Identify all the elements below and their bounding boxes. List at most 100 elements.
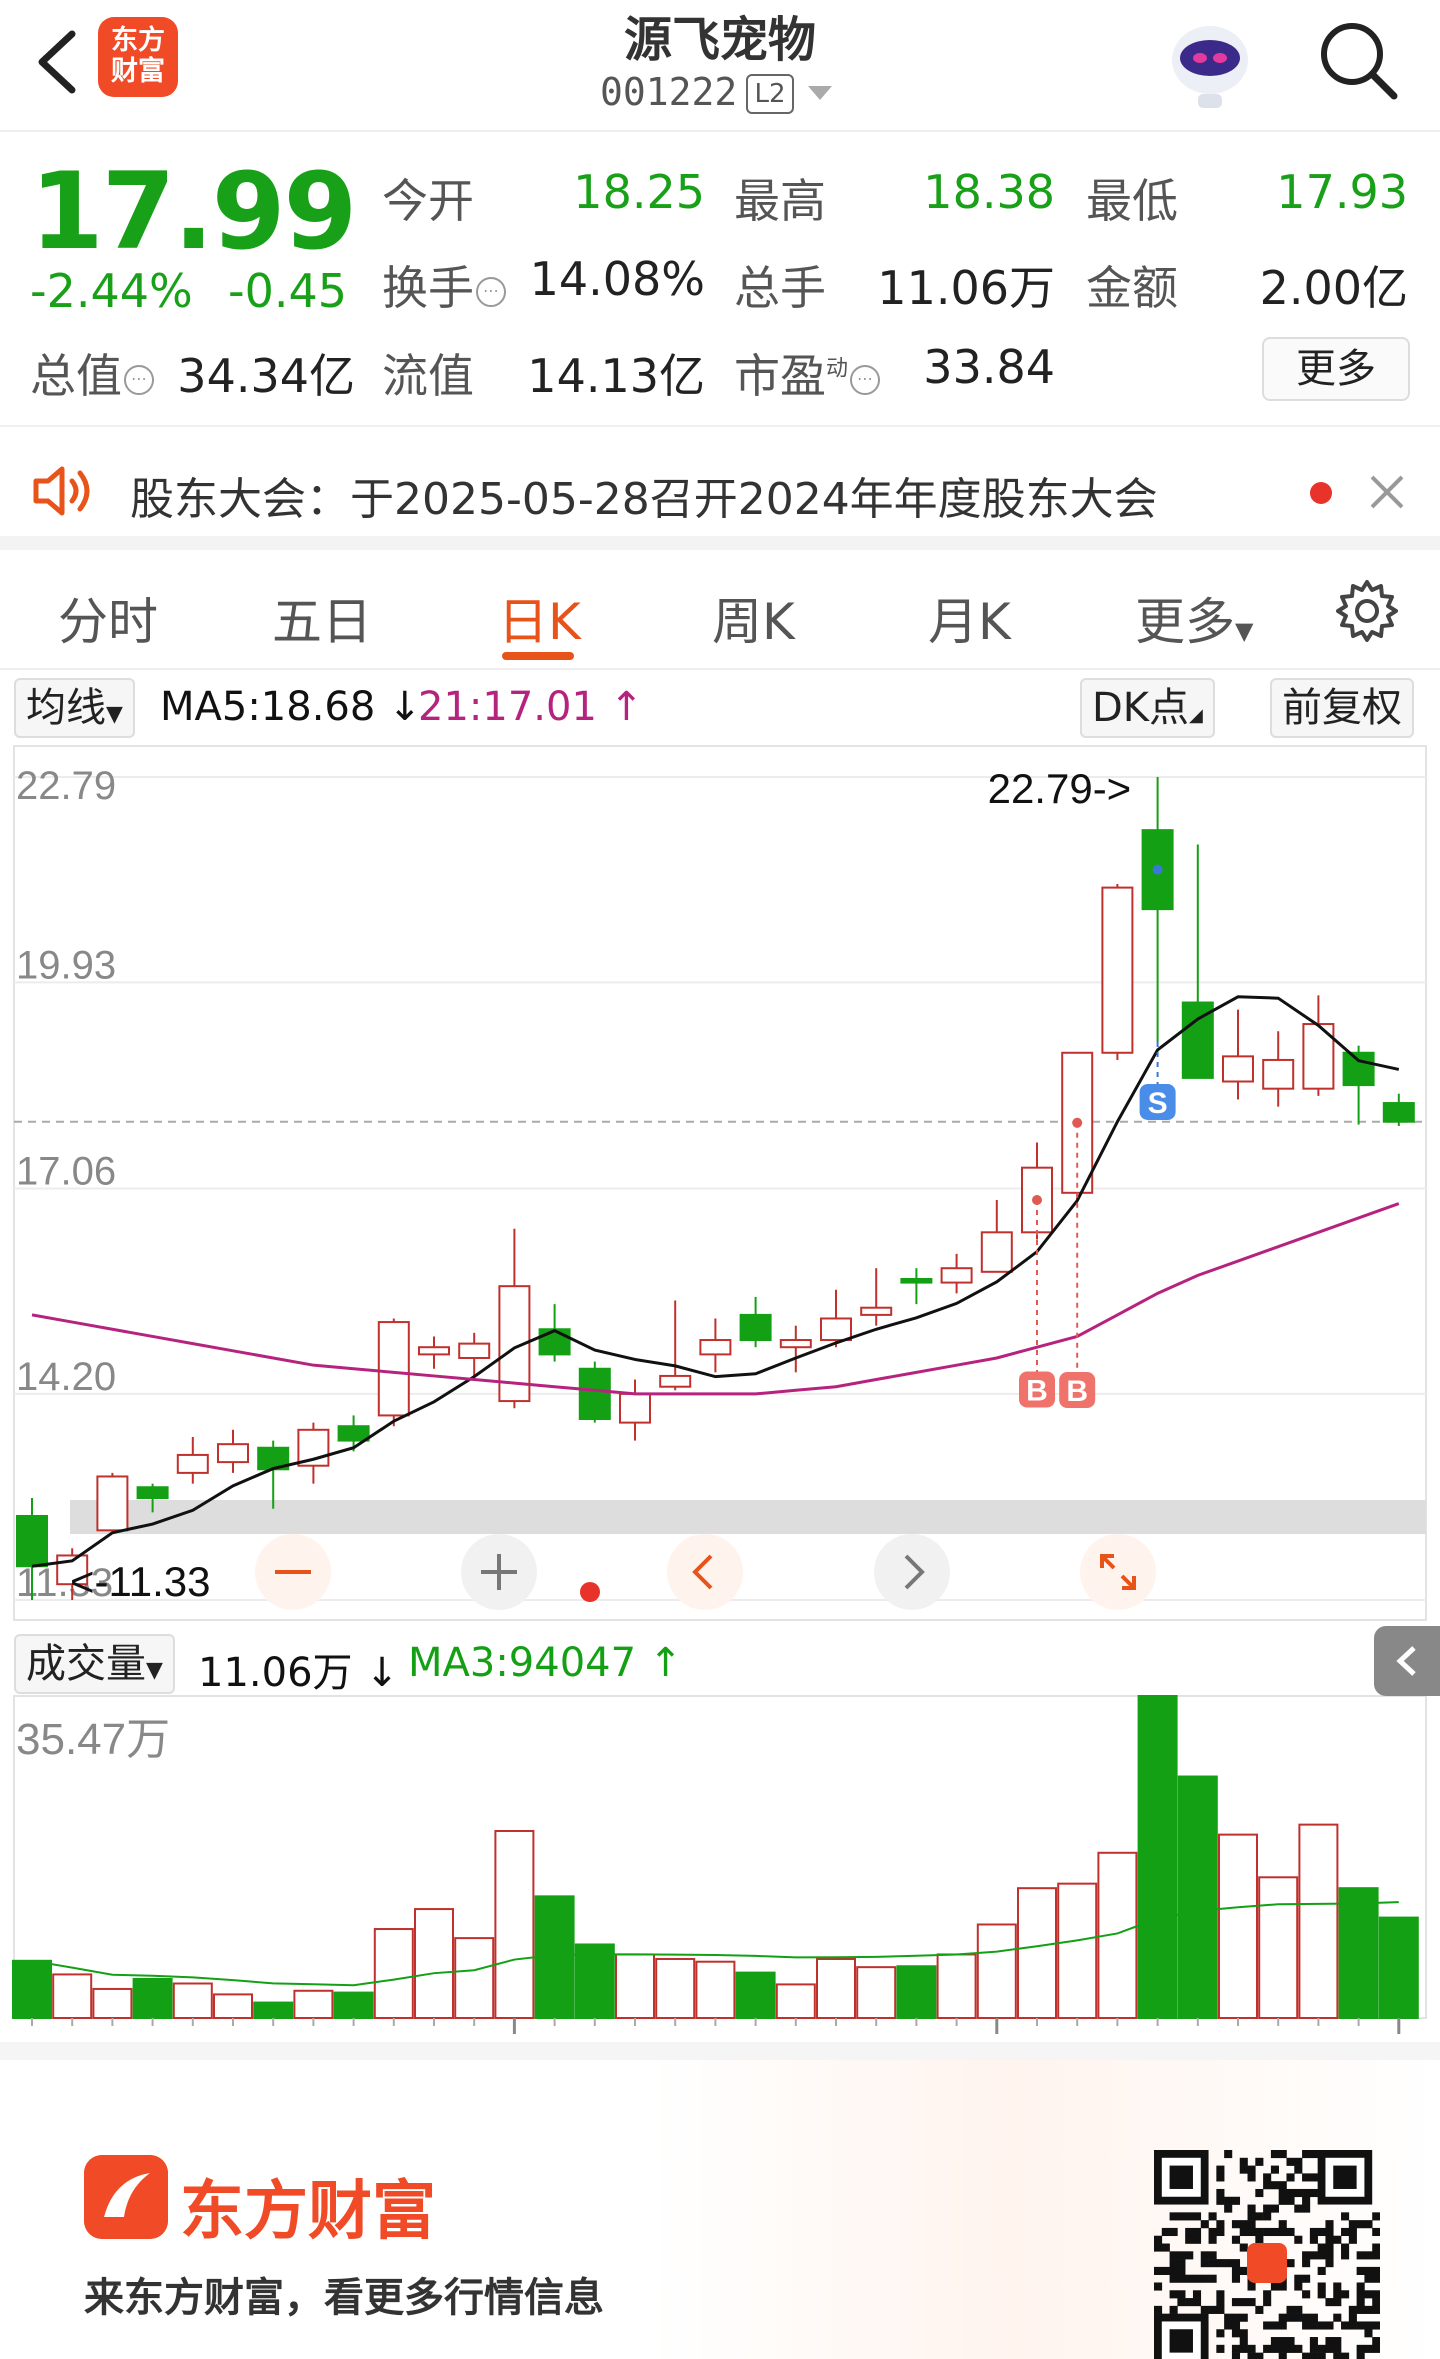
qr-module — [1309, 2235, 1318, 2244]
qr-module — [1216, 2305, 1225, 2314]
qr-finder — [1169, 2165, 1193, 2189]
candle-body — [659, 1374, 692, 1388]
qr-module — [1294, 2165, 1303, 2174]
qr-module — [1247, 2212, 1256, 2221]
volume-bar — [12, 1959, 52, 2019]
qr-module — [1325, 2243, 1334, 2252]
qr-module — [1302, 2259, 1311, 2268]
qr-module — [1185, 2235, 1194, 2244]
volume-indicator-selector[interactable]: 成交量▼ — [14, 1634, 175, 1694]
qr-module — [1239, 2313, 1248, 2322]
qr-module — [1294, 2274, 1303, 2283]
qr-module — [1247, 2227, 1256, 2237]
candle — [1181, 844, 1214, 1079]
volume-bar — [92, 1987, 133, 2019]
dropdown-caret-icon: ▼ — [146, 1658, 163, 1683]
qr-module — [1294, 2235, 1303, 2244]
qr-module — [1216, 2227, 1225, 2237]
qr-module — [1263, 2298, 1272, 2307]
qr-module — [1333, 2298, 1342, 2307]
qr-module — [1177, 2259, 1186, 2268]
signal-dot — [1072, 1117, 1083, 1128]
qr-module — [1263, 2212, 1272, 2221]
qr-module — [1286, 2173, 1295, 2182]
qr-module — [1239, 2344, 1248, 2353]
qr-module — [1348, 2220, 1357, 2229]
kline-chart[interactable]: 22.7919.9317.0614.2011.3322.79-><-11.33S… — [0, 0, 1440, 2040]
qr-module — [1356, 2282, 1365, 2291]
candle — [860, 1268, 893, 1326]
qr-module — [1263, 2181, 1272, 2190]
record-dot — [580, 1582, 600, 1602]
qr-module — [1255, 2227, 1264, 2237]
qr-module — [1247, 2204, 1256, 2213]
zoom-out-button[interactable] — [253, 1532, 333, 1612]
qr-module — [1231, 2196, 1241, 2205]
qr-module — [1325, 2344, 1334, 2353]
qr-module — [1161, 2266, 1170, 2275]
qr-module — [1325, 2235, 1334, 2244]
candle-body — [1342, 1051, 1375, 1087]
brand-logo-icon — [84, 2155, 168, 2239]
qr-finder — [1333, 2165, 1357, 2189]
qr-module — [1270, 2344, 1279, 2353]
candle — [1342, 1045, 1375, 1125]
qr-module — [1372, 2274, 1380, 2283]
candle-body — [16, 1514, 48, 1568]
candle-body — [217, 1443, 249, 1464]
side-panel-toggle[interactable] — [1374, 1626, 1440, 1696]
qr-module — [1364, 2290, 1373, 2299]
candle — [538, 1304, 571, 1362]
qr-module — [1348, 2227, 1357, 2237]
qr-module — [1302, 2188, 1311, 2198]
qr-module — [1192, 2227, 1202, 2237]
qr-module — [1247, 2298, 1256, 2307]
volume-bar — [816, 1957, 856, 2020]
volume-bar — [1177, 1775, 1218, 2020]
qr-module — [1317, 2352, 1326, 2359]
volume-bar — [213, 1993, 253, 2020]
next-button[interactable] — [872, 1532, 952, 1612]
qr-module — [1255, 2157, 1264, 2166]
prev-button[interactable] — [665, 1532, 745, 1612]
qr-module — [1356, 2298, 1365, 2307]
candle — [900, 1268, 933, 1305]
volume-bar — [1298, 1823, 1339, 2019]
qr-module — [1154, 2305, 1163, 2314]
volume-bar — [414, 1908, 454, 2019]
qr-module — [1154, 2235, 1163, 2244]
qr-module — [1341, 2321, 1350, 2330]
qr-module — [1333, 2313, 1342, 2322]
qr-module — [1177, 2251, 1186, 2260]
qr-module — [1286, 2344, 1295, 2353]
volume-bar — [333, 1991, 374, 2019]
qr-module — [1309, 2344, 1318, 2353]
candle-body — [980, 1231, 1013, 1273]
candle-body — [940, 1267, 973, 1284]
signal-label: S — [1148, 1087, 1168, 1120]
qr-module — [1341, 2243, 1350, 2252]
qr-module — [1216, 2344, 1225, 2353]
qr-module — [1216, 2329, 1225, 2338]
qr-module — [1247, 2220, 1256, 2229]
qr-module — [1255, 2352, 1264, 2359]
qr-module — [1309, 2352, 1318, 2359]
qr-module — [1270, 2150, 1279, 2159]
zoom-in-button[interactable] — [459, 1532, 539, 1612]
qr-module — [1302, 2352, 1311, 2359]
qr-module — [1364, 2266, 1373, 2275]
qr-module — [1364, 2329, 1373, 2338]
fullscreen-button[interactable] — [1078, 1532, 1158, 1612]
qr-module — [1270, 2181, 1279, 2190]
qr-module — [1231, 2352, 1241, 2359]
volume-bar — [615, 1953, 655, 2020]
candle — [1382, 1093, 1415, 1127]
qr-module — [1325, 2251, 1334, 2260]
promo-banner[interactable]: 东方财富 来东方财富，看更多行情信息 — [0, 2042, 1440, 2359]
candle-body — [538, 1328, 571, 1356]
qr-module — [1208, 2305, 1217, 2314]
qr-module — [1161, 2243, 1170, 2252]
qr-module — [1208, 2227, 1217, 2237]
qr-module — [1247, 2352, 1256, 2359]
candle-body — [377, 1321, 410, 1417]
